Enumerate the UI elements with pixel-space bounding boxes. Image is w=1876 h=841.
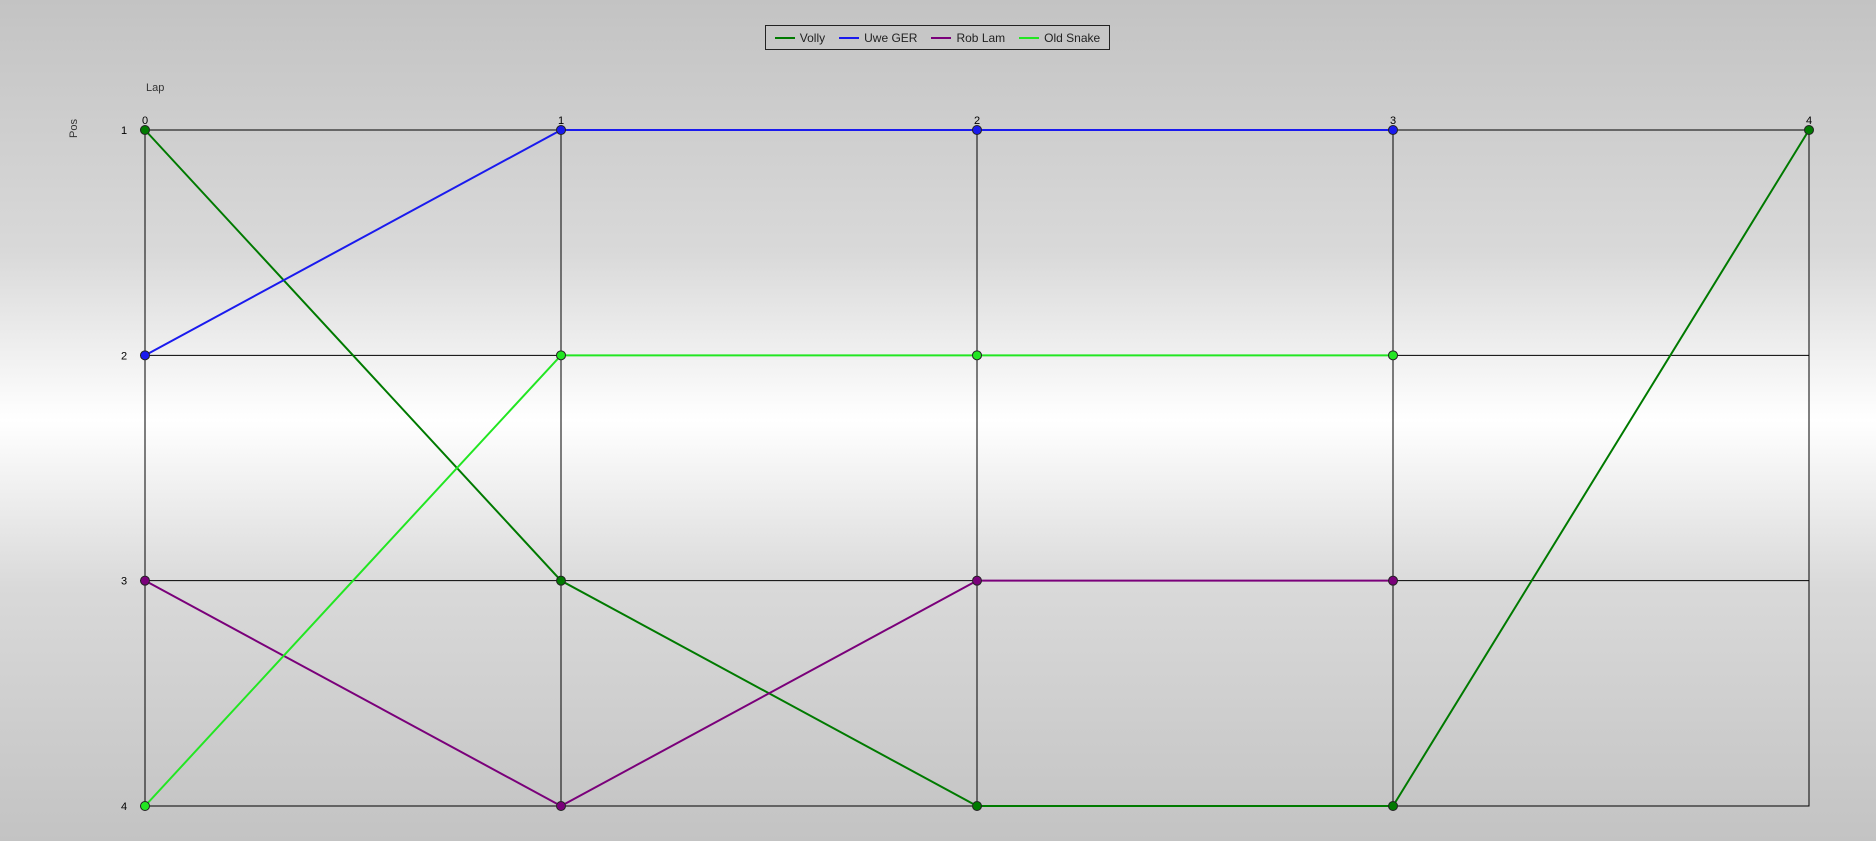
data-point-volly bbox=[1388, 801, 1398, 811]
data-point-rob-lam bbox=[140, 575, 150, 586]
data-point-uwe-ger bbox=[556, 125, 566, 135]
y-tick-label: 2 bbox=[121, 350, 127, 362]
data-point-old-snake bbox=[1388, 350, 1398, 361]
lap-position-chart: 0 1 2 3 41234 bbox=[121, 115, 1814, 813]
data-point-volly bbox=[140, 125, 150, 135]
data-point-old-snake bbox=[972, 350, 982, 361]
series-line-uwe-ger bbox=[144, 129, 1393, 357]
data-point-volly bbox=[1804, 125, 1814, 135]
data-point-old-snake bbox=[140, 801, 150, 811]
data-point-uwe-ger bbox=[1388, 125, 1398, 135]
data-point-rob-lam bbox=[972, 575, 982, 586]
data-point-uwe-ger bbox=[972, 125, 982, 135]
data-point-old-snake bbox=[556, 350, 566, 361]
series-line-rob-lam bbox=[144, 579, 1393, 808]
y-tick-label: 1 bbox=[121, 125, 127, 137]
data-point-rob-lam bbox=[1388, 575, 1398, 586]
data-point-volly bbox=[972, 801, 982, 811]
data-point-uwe-ger bbox=[140, 350, 150, 361]
data-point-volly bbox=[556, 575, 566, 586]
y-tick-label: 3 bbox=[121, 576, 127, 588]
data-point-rob-lam bbox=[556, 801, 566, 811]
y-tick-label: 4 bbox=[121, 801, 127, 813]
